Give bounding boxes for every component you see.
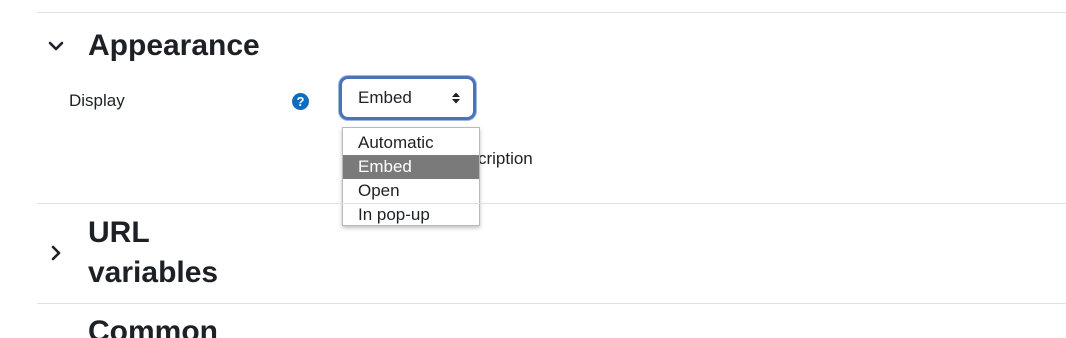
common-section-header[interactable]: Common (48, 313, 218, 338)
top-divider (37, 12, 1066, 13)
url-variables-title-line2: variables (88, 256, 219, 289)
display-options-dropdown[interactable]: Automatic Embed Open In pop-up (342, 127, 480, 226)
question-circle-icon[interactable]: ? (292, 93, 309, 110)
select-arrows-icon (452, 92, 460, 104)
url-variables-title-line1: URL (88, 216, 150, 249)
common-section-title[interactable]: Common (88, 313, 218, 338)
display-label: Display (69, 91, 125, 110)
option-open[interactable]: Open (343, 179, 479, 203)
chevron-right-icon[interactable] (48, 239, 76, 267)
option-automatic[interactable]: Automatic (343, 131, 479, 155)
chevron-placeholder (48, 313, 76, 338)
page: Appearance Display ? Embed escription Au… (0, 0, 1066, 338)
url-variables-section-header[interactable]: URL variables (48, 213, 218, 293)
chevron-down-icon[interactable] (48, 32, 76, 60)
url-variables-section-title[interactable]: URL variables (88, 213, 218, 293)
url-variables-divider (37, 203, 1066, 204)
option-embed[interactable]: Embed (343, 155, 479, 179)
display-select[interactable]: Embed (339, 76, 476, 120)
display-select-value: Embed (358, 88, 412, 107)
appearance-section-title[interactable]: Appearance (88, 27, 260, 65)
appearance-section-header[interactable]: Appearance (48, 27, 260, 65)
option-in-popup[interactable]: In pop-up (343, 203, 479, 227)
common-divider (37, 303, 1066, 304)
